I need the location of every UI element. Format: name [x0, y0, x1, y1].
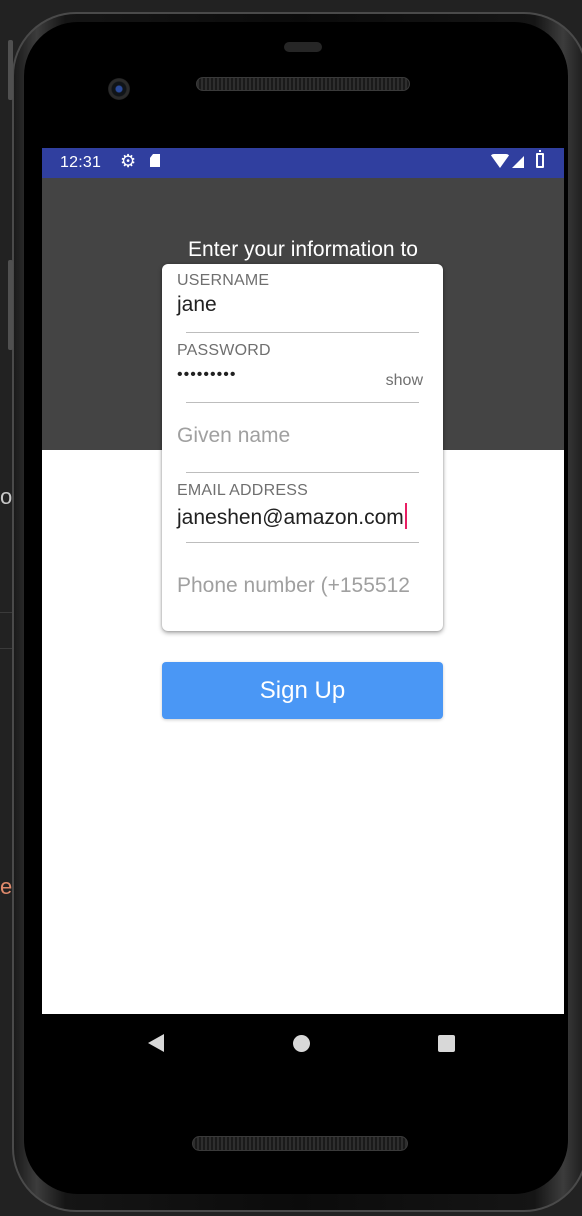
wifi-icon: [490, 154, 510, 168]
front-camera-icon: [108, 78, 130, 100]
page: or ex 12:31 ⚙ Enter your information to …: [0, 0, 582, 1216]
given-name-input[interactable]: Given name: [177, 424, 419, 448]
field-divider: [186, 332, 419, 333]
given-name-field[interactable]: Given name: [177, 424, 419, 448]
background-text-fragment: or: [0, 484, 12, 509]
email-field[interactable]: EMAIL ADDRESS janeshen@amazon.com: [177, 482, 419, 530]
status-bar: 12:31 ⚙: [42, 148, 564, 178]
field-divider: [186, 402, 419, 403]
password-field[interactable]: PASSWORD ••••••••• show: [177, 342, 423, 389]
home-icon[interactable]: [293, 1035, 310, 1052]
gear-icon: ⚙: [120, 151, 137, 171]
phone-input[interactable]: Phone number (+155512: [177, 574, 419, 598]
status-time: 12:31: [60, 154, 102, 171]
earpiece-speaker: [196, 77, 410, 91]
text-cursor: [404, 503, 407, 529]
field-divider: [186, 542, 419, 543]
app-screen: 12:31 ⚙ Enter your information to USERNA…: [42, 148, 564, 1014]
email-input[interactable]: janeshen@amazon.com: [177, 503, 419, 530]
show-password-button[interactable]: show: [386, 372, 423, 390]
username-input[interactable]: jane: [177, 293, 419, 317]
email-value: janeshen@amazon.com: [177, 506, 404, 529]
power-button: [8, 40, 13, 100]
signup-button[interactable]: Sign Up: [162, 662, 443, 719]
battery-icon: [536, 150, 544, 168]
signal-icon: [512, 156, 524, 168]
back-icon[interactable]: [148, 1034, 164, 1052]
username-field[interactable]: USERNAME jane: [177, 272, 419, 317]
top-sensor: [284, 42, 322, 52]
phone-field[interactable]: Phone number (+155512: [177, 574, 419, 598]
bottom-speaker: [192, 1136, 408, 1151]
password-input[interactable]: •••••••••: [177, 366, 419, 384]
email-label: EMAIL ADDRESS: [177, 482, 308, 499]
recents-icon[interactable]: [438, 1035, 455, 1052]
field-divider: [186, 472, 419, 473]
page-title: Enter your information to: [188, 238, 418, 261]
sd-card-icon: [150, 154, 160, 167]
signup-form-card: USERNAME jane PASSWORD ••••••••• show Gi…: [162, 264, 443, 631]
password-label: PASSWORD: [177, 342, 271, 359]
navigation-bar: [42, 1014, 564, 1072]
username-label: USERNAME: [177, 272, 270, 289]
background-text-fragment: ex: [0, 874, 12, 899]
volume-button: [8, 260, 13, 350]
